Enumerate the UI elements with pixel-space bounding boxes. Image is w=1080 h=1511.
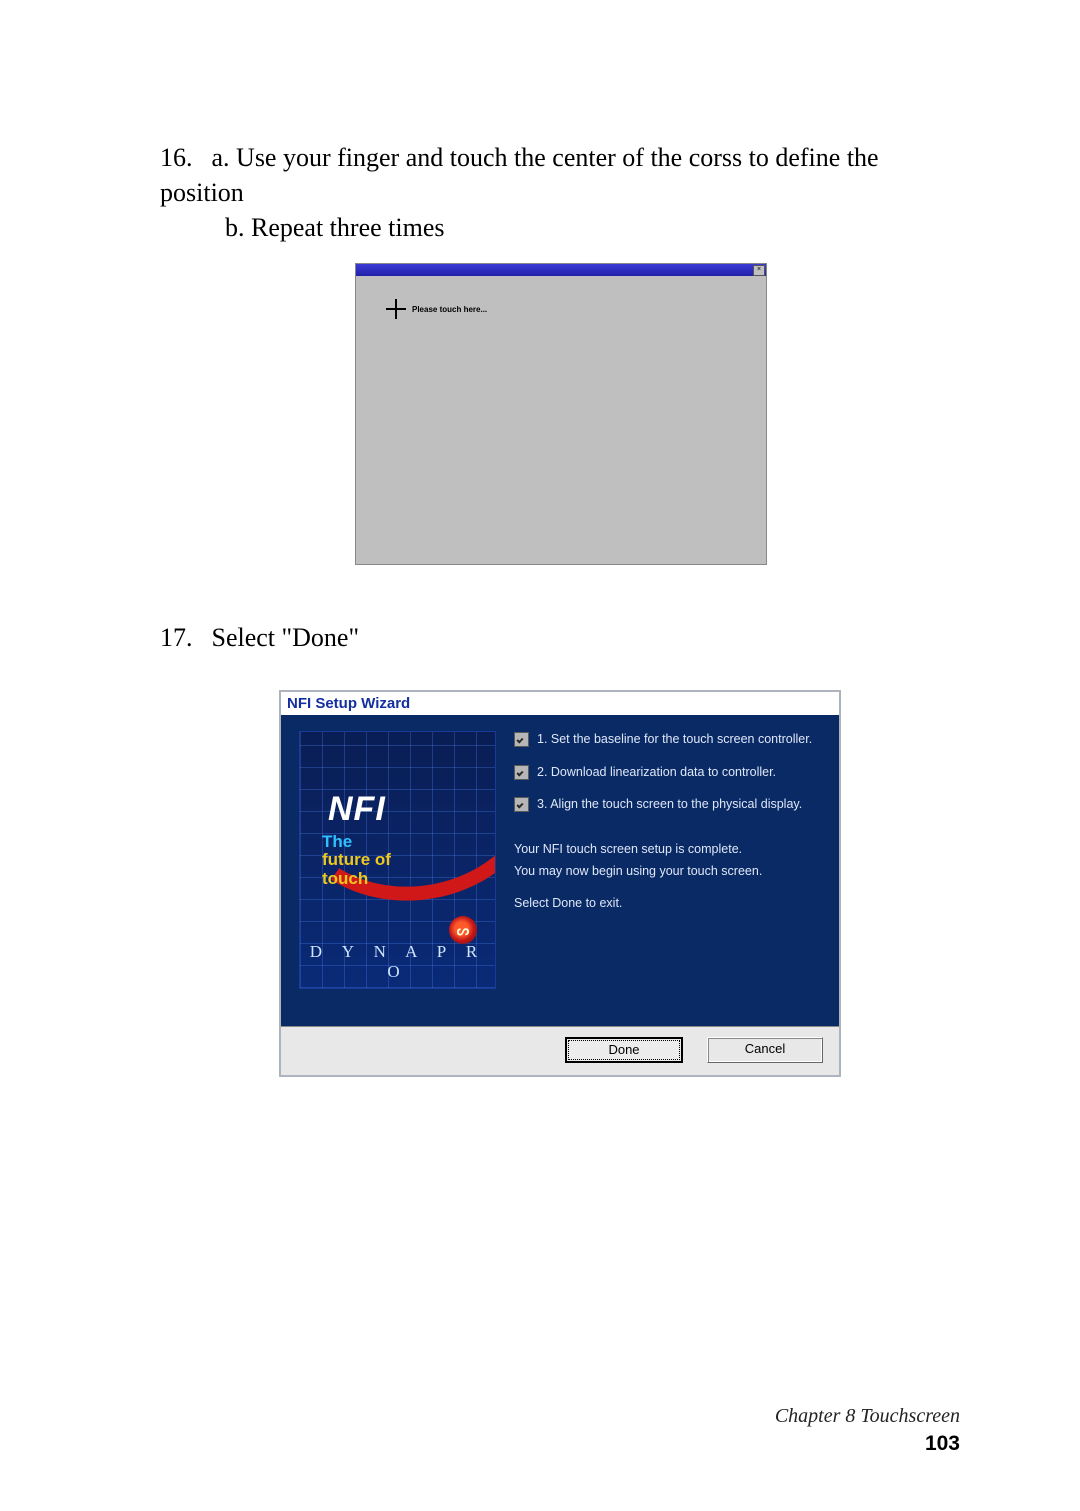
instruction-16-number: 16. xyxy=(160,140,205,175)
instruction-17: 17. Select "Done" xyxy=(160,620,960,655)
cancel-button[interactable]: Cancel xyxy=(707,1037,823,1063)
wizard-step-3: 3. Align the touch screen to the physica… xyxy=(514,796,821,812)
wizard-logo: NFI The future of touch ᔕ D Y N A P R O xyxy=(299,731,496,989)
footer-chapter: Chapter 8 Touchscreen xyxy=(775,1405,960,1427)
wizard-title: NFI Setup Wizard xyxy=(281,692,839,717)
wizard-footer: Done Cancel xyxy=(281,1026,839,1075)
logo-tag-touch: touch xyxy=(322,869,368,889)
wizard-step-3-text: 3. Align the touch screen to the physica… xyxy=(537,796,802,812)
calibration-touch-label: Please touch here... xyxy=(412,305,487,314)
instruction-16: 16. a. Use your finger and touch the cen… xyxy=(160,140,960,245)
logo-brand: D Y N A P R O xyxy=(300,942,495,982)
logo-tag-the: The xyxy=(322,832,352,852)
close-icon[interactable]: × xyxy=(753,265,765,276)
wizard-step-1-text: 1. Set the baseline for the touch screen… xyxy=(537,731,812,747)
logo-text-nfi: NFI xyxy=(328,790,386,829)
checkbox-icon xyxy=(514,765,529,780)
wizard-window: NFI Setup Wizard NFI The future of touch… xyxy=(279,690,841,1077)
page-footer: Chapter 8 Touchscreen 103 xyxy=(0,1405,960,1456)
checkbox-icon xyxy=(514,797,529,812)
calibration-cross-icon[interactable] xyxy=(386,299,406,319)
done-button[interactable]: Done xyxy=(565,1037,683,1063)
instruction-17-number: 17. xyxy=(160,620,205,655)
wizard-step-2: 2. Download linearization data to contro… xyxy=(514,764,821,780)
instruction-16-line-b: b. Repeat three times xyxy=(225,210,960,245)
wizard-complete-3: Select Done to exit. xyxy=(514,896,821,910)
wizard-step-1: 1. Set the baseline for the touch screen… xyxy=(514,731,821,747)
calibration-titlebar: × xyxy=(356,264,766,276)
logo-tag-future: future of xyxy=(322,850,391,870)
footer-page-number: 103 xyxy=(0,1432,960,1456)
wizard-complete-1: Your NFI touch screen setup is complete. xyxy=(514,842,821,856)
instruction-17-text: Select "Done" xyxy=(212,623,360,652)
checkbox-icon xyxy=(514,732,529,747)
wizard-steps-panel: 1. Set the baseline for the touch screen… xyxy=(514,731,821,1016)
wizard-complete-2: You may now begin using your touch scree… xyxy=(514,864,821,878)
instruction-16-line-a: a. Use your finger and touch the center … xyxy=(160,143,879,207)
calibration-window: × Please touch here... xyxy=(355,263,767,565)
wizard-step-2-text: 2. Download linearization data to contro… xyxy=(537,764,776,780)
